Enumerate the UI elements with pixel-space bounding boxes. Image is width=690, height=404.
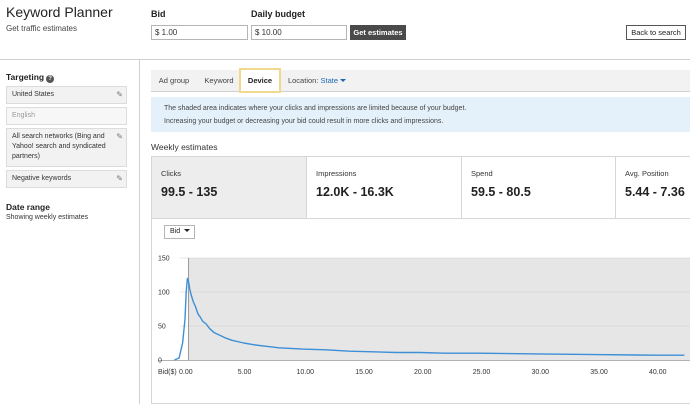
metric-label: Spend: [471, 169, 493, 178]
sidebar-item-networks[interactable]: All search networks (Bing and Yahoo! sea…: [6, 128, 127, 167]
bid-dropdown-label: Bid: [170, 228, 181, 235]
sidebar-item-label: English: [12, 112, 35, 119]
x-tick-label: 10.00: [297, 369, 315, 376]
daily-budget-input[interactable]: $ 10.00: [251, 25, 347, 40]
targeting-heading-text: Targeting: [6, 72, 45, 82]
tab-ad-group[interactable]: Ad group: [151, 70, 197, 92]
info-line: The shaded area indicates where your cli…: [164, 105, 467, 112]
pencil-icon[interactable]: ✎: [116, 132, 123, 142]
info-banner: The shaded area indicates where your cli…: [151, 97, 690, 132]
pencil-icon[interactable]: ✎: [116, 174, 123, 184]
bid-chart: 0 50 100 150 Bid($) 0.00 5.00 10.00 15.00 20.00 25…: [158, 256, 690, 376]
pencil-icon[interactable]: ✎: [116, 90, 123, 100]
help-icon[interactable]: ?: [46, 75, 55, 83]
x-tick-label: 40.00: [649, 369, 667, 376]
header-divider: [0, 59, 690, 60]
caret-down-icon: [340, 79, 347, 82]
sidebar-item-language: English: [6, 107, 127, 125]
tab-bar: Ad group Keyword Device Location: State: [151, 68, 690, 93]
y-tick-label: 150: [158, 256, 170, 263]
metric-value: 12.0K - 16.3K: [316, 185, 394, 199]
x-tick-label: 30.00: [532, 369, 550, 376]
sidebar-item-label: United States: [12, 91, 55, 98]
bid-input[interactable]: $ 1.00: [151, 25, 248, 40]
x-tick-label: 20.00: [414, 369, 432, 376]
x-tick-label: 0.00: [179, 369, 193, 376]
x-tick-label: 25.00: [473, 369, 491, 376]
bid-label: Bid: [151, 9, 166, 19]
x-tick-label: 5.00: [238, 369, 252, 376]
x-tick-label: 35.00: [590, 369, 608, 376]
x-axis-label: Bid($): [158, 369, 177, 376]
sidebar-item-negative-keywords[interactable]: Negative keywords ✎: [6, 170, 127, 188]
metric-label: Clicks: [161, 169, 181, 178]
weekly-estimates-heading: Weekly estimates: [151, 142, 218, 152]
y-tick-label: 100: [158, 290, 170, 297]
sidebar-divider: [139, 60, 140, 404]
metric-value: 5.44 - 7.36: [625, 185, 685, 199]
caret-down-icon: [184, 229, 191, 232]
metric-avg-position[interactable]: Avg. Position 5.44 - 7.36: [616, 157, 690, 219]
bid-dropdown[interactable]: Bid: [164, 225, 195, 239]
get-estimates-button[interactable]: Get estimates: [350, 25, 406, 40]
sidebar-item-label: Negative keywords: [12, 175, 72, 182]
location-value[interactable]: State: [321, 76, 347, 85]
metric-label: Avg. Position: [625, 169, 669, 178]
date-range-heading: Date range: [6, 202, 50, 212]
budget-limited-region: [188, 258, 690, 360]
metric-value: 99.5 - 135: [161, 185, 218, 199]
targeting-heading: Targeting?: [6, 72, 55, 83]
metric-label: Impressions: [316, 169, 357, 178]
tab-location[interactable]: Location: State: [285, 70, 349, 92]
metric-clicks[interactable]: Clicks 99.5 - 135: [152, 157, 307, 219]
info-line: Increasing your budget or decreasing you…: [164, 118, 444, 125]
metric-value: 59.5 - 80.5: [471, 185, 531, 199]
sidebar-item-label: All search networks (Bing and Yahoo! sea…: [12, 133, 106, 160]
page-subtitle: Get traffic estimates: [6, 24, 77, 33]
date-range-value: Showing weekly estimates: [6, 214, 89, 221]
page-title: Keyword Planner: [6, 4, 113, 20]
metric-spend[interactable]: Spend 59.5 - 80.5: [462, 157, 616, 219]
back-to-search-button[interactable]: Back to search: [626, 25, 686, 40]
location-value-text: State: [320, 76, 339, 85]
daily-budget-label: Daily budget: [251, 9, 306, 19]
tab-keyword[interactable]: Keyword: [197, 70, 241, 92]
tab-device[interactable]: Device: [239, 68, 281, 93]
y-tick-label: 50: [158, 324, 166, 331]
y-tick-label: 0: [158, 358, 162, 365]
x-tick-label: 15.00: [355, 369, 373, 376]
location-label: Location:: [287, 76, 319, 85]
sidebar-item-location[interactable]: United States ✎: [6, 86, 127, 104]
metric-impressions[interactable]: Impressions 12.0K - 16.3K: [307, 157, 462, 219]
